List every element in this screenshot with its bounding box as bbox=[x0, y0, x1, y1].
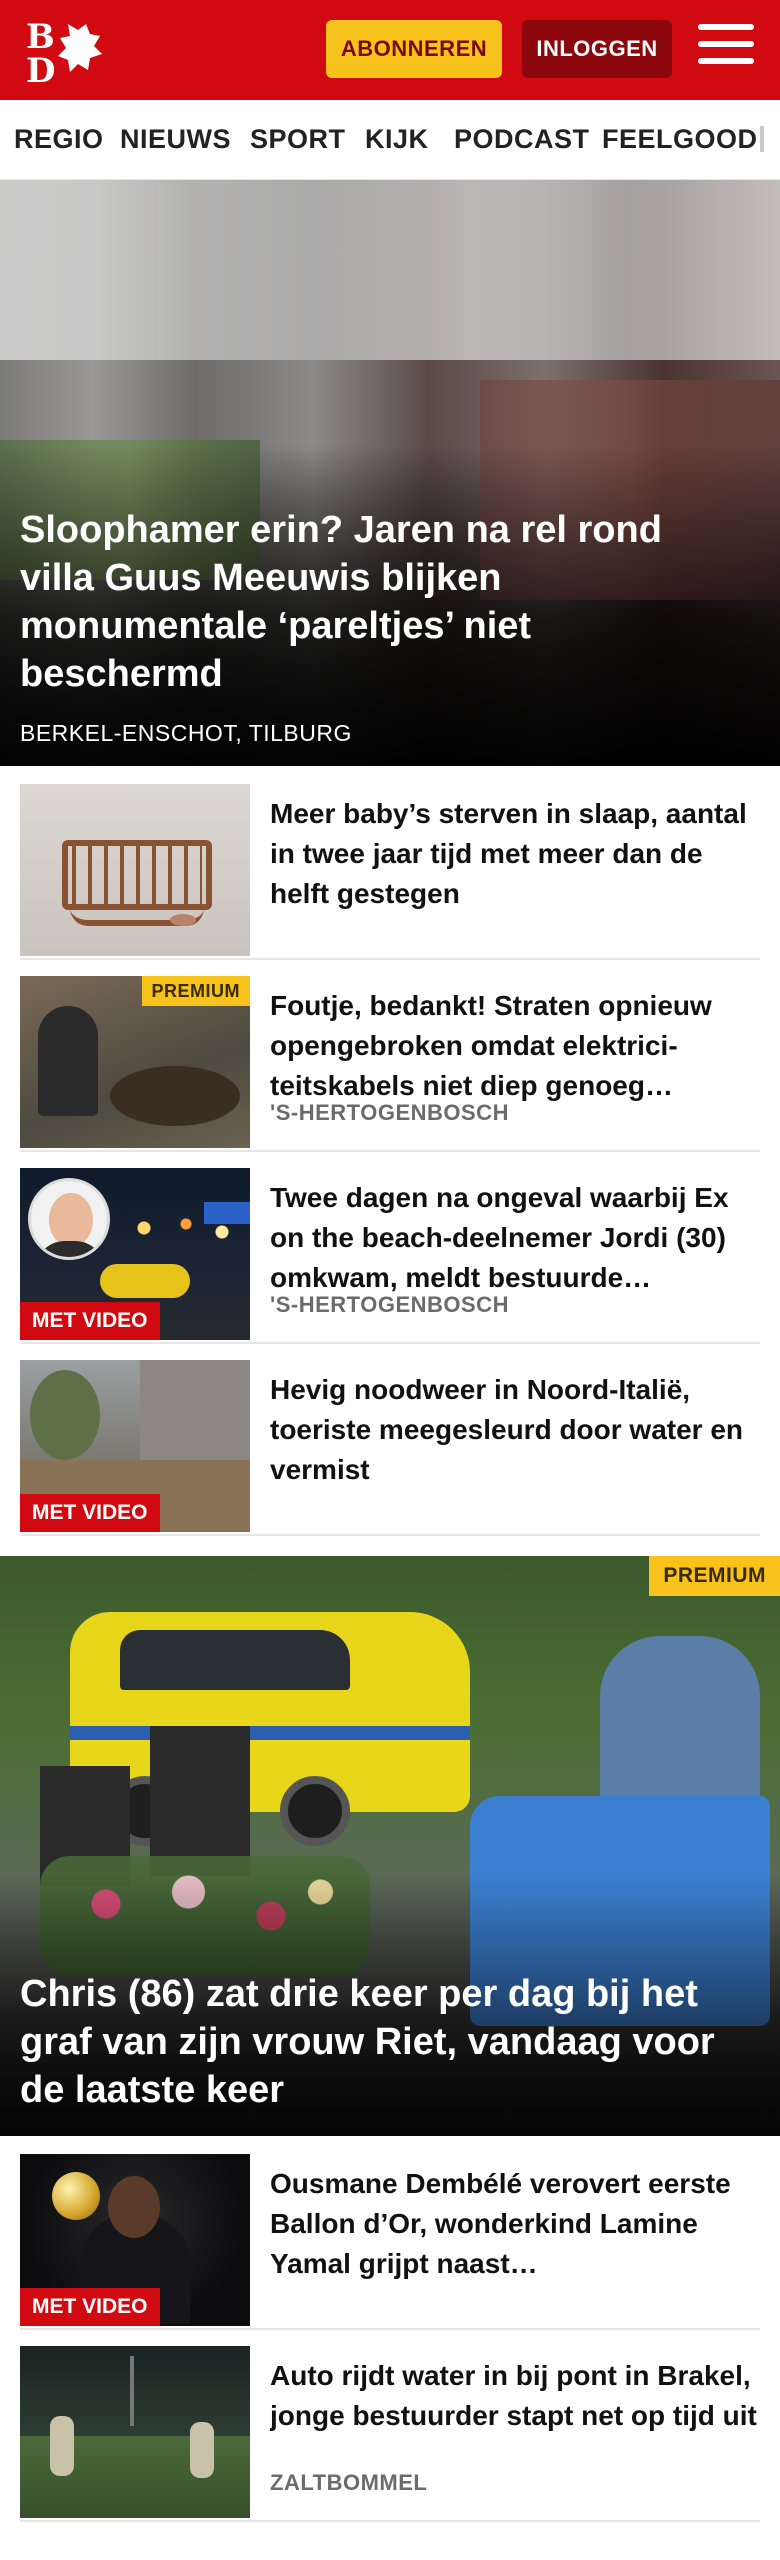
article-thumbnail bbox=[20, 2346, 250, 2518]
article-title[interactable]: Twee dagen na ongeval waarbij Ex on the … bbox=[270, 1178, 760, 1298]
nav-item-sport[interactable]: SPORT bbox=[250, 124, 346, 155]
hamburger-menu-icon[interactable] bbox=[698, 24, 754, 76]
nav-item-feelgood[interactable]: FEELGOOD bbox=[602, 124, 758, 155]
article-location: 'S-HERTOGENBOSCH bbox=[270, 1292, 509, 1317]
list-item[interactable]: MET VIDEO Twee dagen na ongeval waarbij … bbox=[20, 1168, 760, 1344]
article-thumbnail: PREMIUM bbox=[20, 976, 250, 1148]
article-title[interactable]: Hevig noodweer in Noord-Italië, toeriste… bbox=[270, 1370, 760, 1490]
nav-item-regio[interactable]: REGIO bbox=[14, 124, 104, 155]
bd-logo[interactable]: B D bbox=[22, 14, 122, 86]
hero-title[interactable]: Sloophamer erin? Jaren na rel rond villa… bbox=[20, 506, 740, 698]
nav-item-nieuws[interactable]: NIEUWS bbox=[120, 124, 231, 155]
premium-badge: PREMIUM bbox=[141, 976, 250, 1006]
video-badge: MET VIDEO bbox=[20, 1494, 160, 1532]
list-item[interactable]: MET VIDEO Hevig noodweer in Noord-Italië… bbox=[20, 1360, 760, 1536]
article-location: ZALTBOMMEL bbox=[270, 2470, 428, 2495]
list-item[interactable]: Auto rijdt water in bij pont in Brakel, … bbox=[20, 2346, 760, 2522]
article-location: 'S-HERTOGENBOSCH bbox=[270, 1100, 509, 1125]
article-title[interactable]: Auto rijdt water in bij pont in Brakel, … bbox=[270, 2356, 760, 2476]
avatar bbox=[28, 1178, 110, 1260]
nav-item-kijk[interactable]: KIJK bbox=[365, 124, 429, 155]
feature-article[interactable]: PREMIUM Chris (86) zat drie keer per dag… bbox=[0, 1556, 780, 2136]
list-item[interactable]: MET VIDEO Ousmane Dembélé verovert eerst… bbox=[20, 2154, 760, 2330]
list-item[interactable]: PREMIUM Foutje, bedankt! Straten opnieuw… bbox=[20, 976, 760, 1152]
subscribe-button[interactable]: ABONNEREN bbox=[326, 20, 502, 78]
nav-overflow-indicator bbox=[760, 126, 764, 152]
svg-text:D: D bbox=[26, 51, 55, 86]
article-title[interactable]: Ousmane Dembélé verovert eerste Ballon d… bbox=[270, 2164, 760, 2284]
hero-article[interactable]: Sloophamer erin? Jaren na rel rond villa… bbox=[0, 180, 780, 766]
top-bar: B D ABONNEREN INLOGGEN bbox=[0, 0, 780, 100]
article-title[interactable]: Meer baby’s sterven in slaap, aantal in … bbox=[270, 794, 760, 914]
article-thumbnail: MET VIDEO bbox=[20, 1360, 250, 1532]
article-thumbnail: MET VIDEO bbox=[20, 2154, 250, 2326]
list-item[interactable]: Meer baby’s sterven in slaap, aantal in … bbox=[20, 784, 760, 960]
article-title[interactable]: Foutje, bedankt! Straten opnieuw opengeb… bbox=[270, 986, 760, 1106]
feature-title[interactable]: Chris (86) zat drie keer per dag bij het… bbox=[20, 1970, 760, 2114]
nav-item-podcast[interactable]: PODCAST bbox=[454, 124, 590, 155]
article-thumbnail: MET VIDEO bbox=[20, 1168, 250, 1340]
article-thumbnail bbox=[20, 784, 250, 956]
login-button[interactable]: INLOGGEN bbox=[522, 20, 672, 78]
section-nav: REGIO NIEUWS SPORT KIJK PODCAST FEELGOOD bbox=[0, 100, 780, 180]
video-badge: MET VIDEO bbox=[20, 2288, 160, 2326]
hero-location: BERKEL-ENSCHOT, TILBURG bbox=[20, 720, 352, 746]
video-badge: MET VIDEO bbox=[20, 1302, 160, 1340]
premium-badge: PREMIUM bbox=[649, 1556, 780, 1596]
